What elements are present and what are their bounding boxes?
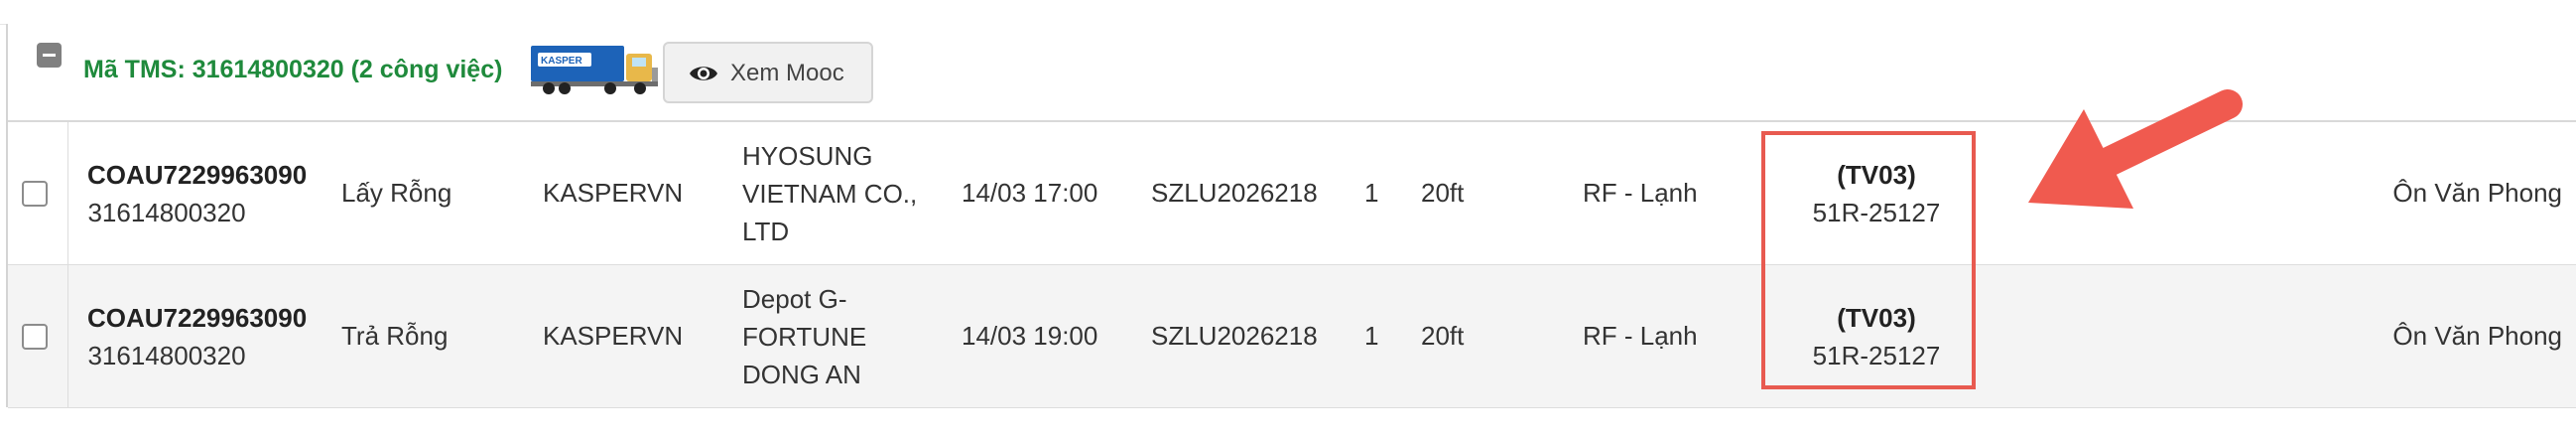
task-name: Lấy Rỗng (341, 178, 452, 208)
eye-icon (690, 67, 717, 80)
quantity: 1 (1364, 321, 1379, 351)
container-code: COAU7229963090 (87, 303, 308, 333)
customer: KASPERVN (543, 178, 684, 208)
location-line: HYOSUNG (742, 141, 873, 171)
minus-square-icon[interactable] (37, 43, 62, 68)
driver-name: Ôn Văn Phong (2392, 321, 2562, 351)
row-checkbox[interactable] (22, 181, 48, 207)
tms-group-label: Mã TMS: 31614800320 (2 công việc) (83, 56, 503, 83)
view-trailer-button-label: Xem Mooc (730, 60, 844, 86)
truck-brand-text: KASPER (541, 56, 582, 67)
container-type: RF - Lạnh (1583, 321, 1698, 351)
view-trailer-button[interactable]: Xem Mooc (663, 42, 873, 103)
container-type: RF - Lạnh (1583, 178, 1698, 208)
vehicle-code: (TV03) (1837, 160, 1916, 190)
container-code: COAU7229963090 (87, 160, 308, 190)
scheduled-time: 14/03 19:00 (962, 321, 1098, 351)
location-line: Depot G- (742, 284, 847, 314)
checkbox-cell (8, 265, 68, 407)
driver-name: Ôn Văn Phong (2392, 178, 2562, 208)
checkbox-cell (8, 122, 68, 264)
container-size: 20ft (1421, 321, 1465, 351)
row-checkbox[interactable] (22, 324, 48, 350)
container-size: 20ft (1421, 178, 1465, 208)
truck-icon: KASPER (531, 46, 658, 94)
seal-number: SZLU2026218 (1151, 321, 1318, 351)
table-row[interactable]: COAU7229963090 31614800320 Trả Rỗng KASP… (8, 265, 2576, 408)
tms-code: 31614800320 (87, 198, 246, 227)
location-line: FORTUNE (742, 322, 867, 352)
tms-code: 31614800320 (87, 341, 246, 370)
vehicle-plate: 51R-25127 (1812, 198, 1941, 227)
table-top-strip (0, 0, 2576, 25)
location-line: LTD (742, 217, 790, 246)
location-line: DONG AN (742, 360, 861, 389)
quantity: 1 (1364, 178, 1379, 208)
seal-number: SZLU2026218 (1151, 178, 1318, 208)
red-arrow-annotation (2028, 89, 2243, 209)
location-line: VIETNAM CO., (742, 179, 918, 209)
job-table-page: Mã TMS: 31614800320 (2 công việc) KASPER (0, 0, 2576, 443)
vehicle-plate: 51R-25127 (1812, 341, 1941, 370)
scheduled-time: 14/03 17:00 (962, 178, 1098, 208)
customer: KASPERVN (543, 321, 684, 351)
task-name: Trả Rỗng (341, 321, 449, 351)
vehicle-code: (TV03) (1837, 303, 1916, 333)
